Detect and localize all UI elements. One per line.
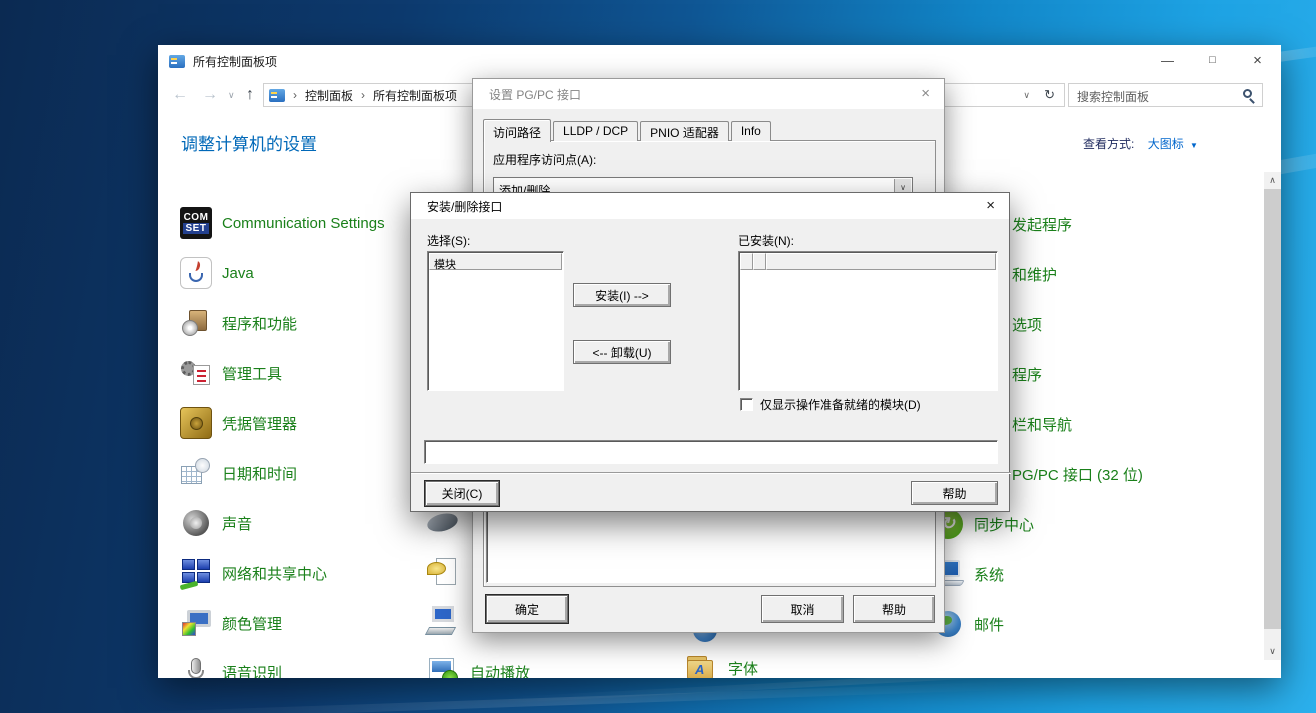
view-by-link[interactable]: 大图标 xyxy=(1148,137,1184,151)
ok-button[interactable]: 确定 xyxy=(486,595,568,623)
search-icon xyxy=(1243,89,1252,98)
page-title: 调整计算机的设置 xyxy=(181,130,317,155)
panel-item-java[interactable]: Java xyxy=(180,257,254,289)
header-cell[interactable] xyxy=(740,253,753,270)
installed-modules-list[interactable] xyxy=(738,251,998,391)
search-input[interactable]: 搜索控制面板 xyxy=(1068,83,1263,107)
panel-item-fragment-programs[interactable]: 程序 xyxy=(1012,364,1042,385)
select-label: 选择(S): xyxy=(427,232,470,249)
programs-icon xyxy=(180,307,212,339)
view-by-control: 查看方式: 大图标 ▼ xyxy=(1083,135,1198,152)
pgpc-dialog-titlebar: 设置 PG/PC 接口 xyxy=(473,79,944,109)
minimize-button[interactable]: — xyxy=(1145,45,1190,75)
panel-item-fragment-maintenance[interactable]: 和维护 xyxy=(1012,264,1057,285)
header-cell[interactable] xyxy=(766,253,996,270)
scrollbar-thumb[interactable] xyxy=(1264,189,1281,629)
tab-access-path[interactable]: 访问路径 xyxy=(483,119,551,142)
view-by-label: 查看方式: xyxy=(1083,137,1134,151)
control-panel-icon xyxy=(269,89,285,102)
install-dialog-title: 安装/删除接口 xyxy=(427,198,502,215)
window-title: 所有控制面板项 xyxy=(193,53,277,70)
up-icon[interactable]: ↑ xyxy=(246,78,254,112)
install-button[interactable]: 安装(I) --> xyxy=(573,283,671,307)
forward-icon[interactable]: → xyxy=(202,78,218,112)
color-management-icon xyxy=(180,607,212,639)
installed-label: 已安装(N): xyxy=(738,232,794,249)
panel-item-date-time[interactable]: 日期和时间 xyxy=(180,457,297,489)
panel-item-sync-center[interactable]: ↻ 同步中心 xyxy=(932,508,1034,540)
microphone-icon xyxy=(180,656,212,678)
pgpc-dialog-title: 设置 PG/PC 接口 xyxy=(489,86,581,103)
partial-mouse-icon[interactable] xyxy=(427,508,459,540)
panel-item-admin-tools[interactable]: 管理工具 xyxy=(180,357,282,389)
fonts-folder-icon: A xyxy=(686,652,718,678)
view-by-caret-icon[interactable]: ▼ xyxy=(1190,141,1198,150)
control-panel-icon xyxy=(169,55,185,68)
panel-item-fragment-options[interactable]: 选项 xyxy=(1012,314,1042,335)
ready-modules-checkbox-label: 仅显示操作准备就绪的模块(D) xyxy=(760,396,921,413)
search-placeholder: 搜索控制面板 xyxy=(1077,88,1149,105)
uninstall-button[interactable]: <-- 卸载(U) xyxy=(573,340,671,364)
panel-item-fonts[interactable]: A 字体 xyxy=(686,652,758,678)
partial-document-chat-icon[interactable] xyxy=(427,556,459,588)
panel-item-communication-settings[interactable]: COM SET Communication Settings xyxy=(180,207,385,239)
pgpc-tab-strip: 访问路径 LLDP / DCP PNIO 适配器 Info xyxy=(483,118,773,141)
java-icon xyxy=(180,257,212,289)
cancel-button[interactable]: 取消 xyxy=(761,595,844,623)
refresh-icon[interactable]: ↻ xyxy=(1044,84,1055,106)
sound-icon xyxy=(180,507,212,539)
breadcrumb-control-panel[interactable]: 控制面板 xyxy=(305,87,353,104)
pgpc-close-icon[interactable]: × xyxy=(921,79,930,109)
close-dialog-button[interactable]: 关闭(C) xyxy=(425,481,499,506)
module-column-header[interactable]: 模块 xyxy=(429,253,562,270)
admin-tools-icon xyxy=(180,357,212,389)
tab-lldp-dcp[interactable]: LLDP / DCP xyxy=(553,121,638,141)
dialog-separator xyxy=(411,472,1011,474)
panel-item-autoplay[interactable]: 自动播放 xyxy=(427,656,530,678)
breadcrumb-separator: › xyxy=(293,88,297,102)
ready-modules-checkbox[interactable] xyxy=(740,398,753,411)
maximize-button[interactable]: □ xyxy=(1190,45,1235,75)
close-button[interactable]: × xyxy=(1235,45,1280,75)
access-point-label: 应用程序访问点(A): xyxy=(493,151,596,168)
panel-item-network-sharing[interactable]: 网络和共享中心 xyxy=(180,557,327,589)
breadcrumb-all-items[interactable]: 所有控制面板项 xyxy=(373,87,457,104)
install-close-icon[interactable]: × xyxy=(986,193,995,219)
history-chevron-icon[interactable]: ∨ xyxy=(228,78,235,112)
breadcrumb-separator: › xyxy=(361,88,365,102)
scroll-up-icon[interactable]: ∧ xyxy=(1264,172,1281,189)
scroll-down-icon[interactable]: ∨ xyxy=(1264,643,1281,660)
autoplay-icon xyxy=(427,656,459,678)
panel-item-fragment-pgpc-interface[interactable]: PG/PC 接口 (32 位) xyxy=(1012,464,1143,485)
panel-item-speech-recognition[interactable]: 语音识别 xyxy=(180,656,282,678)
panel-item-credential-manager[interactable]: 凭据管理器 xyxy=(180,407,297,439)
date-time-icon xyxy=(180,457,212,489)
window-titlebar: 所有控制面板项 xyxy=(158,45,1281,78)
header-cell[interactable] xyxy=(753,253,766,270)
tab-info[interactable]: Info xyxy=(731,121,771,141)
credential-manager-icon xyxy=(180,407,212,439)
panel-item-sound[interactable]: 声音 xyxy=(180,507,252,539)
panel-item-programs-features[interactable]: 程序和功能 xyxy=(180,307,297,339)
selectable-modules-list[interactable]: 模块 xyxy=(427,251,564,391)
install-help-button[interactable]: 帮助 xyxy=(911,481,998,505)
install-dialog-titlebar: 安装/删除接口 xyxy=(411,193,1009,219)
network-icon xyxy=(180,557,212,589)
panel-item-fragment-initiator[interactable]: 发起程序 xyxy=(1012,214,1072,235)
status-field xyxy=(424,440,998,464)
address-dropdown-icon[interactable]: ∨ xyxy=(1023,84,1030,106)
panel-item-color-management[interactable]: 颜色管理 xyxy=(180,607,282,639)
tab-pnio-adapter[interactable]: PNIO 适配器 xyxy=(640,121,729,141)
installed-list-header xyxy=(740,253,996,270)
pgpc-help-button[interactable]: 帮助 xyxy=(853,595,935,623)
back-icon[interactable]: ← xyxy=(172,78,188,112)
comset-icon: COM SET xyxy=(180,207,212,239)
vertical-scrollbar[interactable]: ∧ ∨ xyxy=(1264,172,1281,660)
install-remove-dialog: 安装/删除接口 × 选择(S): 模块 安装(I) --> <-- 卸载(U) … xyxy=(410,192,1010,512)
panel-item-fragment-taskbar-navigation[interactable]: 栏和导航 xyxy=(1012,414,1072,435)
partial-computer-icon[interactable] xyxy=(427,606,459,638)
